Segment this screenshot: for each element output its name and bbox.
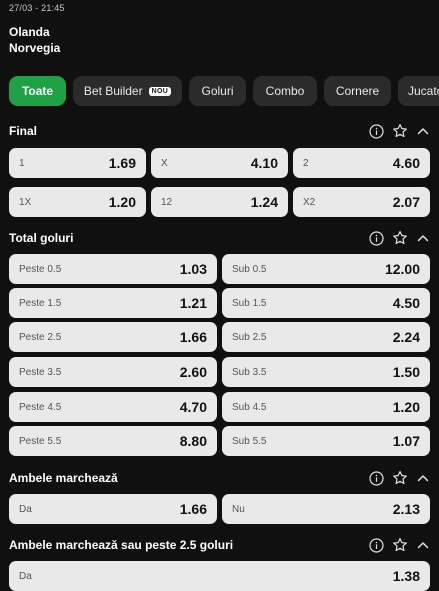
odd-label: 2 — [303, 157, 309, 169]
odd-value: 2.07 — [392, 194, 420, 210]
odd-value: 1.24 — [250, 194, 278, 210]
chevron-up-icon[interactable] — [416, 231, 430, 245]
star-icon[interactable] — [392, 123, 408, 139]
odd-value: 1.50 — [392, 364, 420, 380]
odd-button-btts-yes[interactable]: Da 1.66 — [9, 494, 217, 524]
odd-label: Sub 3.5 — [232, 366, 267, 378]
section-title: Ambele marchează sau peste 2.5 goluri — [9, 538, 234, 552]
odd-value: 4.70 — [179, 399, 207, 415]
tab-combo[interactable]: Combo — [253, 76, 317, 106]
away-team: Norvegia — [9, 41, 61, 55]
odd-button-over-4-5[interactable]: Peste 4.5 4.70 — [9, 392, 217, 422]
odd-value: 12.00 — [384, 261, 420, 277]
odd-label: 12 — [161, 196, 173, 208]
star-icon[interactable] — [392, 470, 408, 486]
odd-button-under-1-5[interactable]: Sub 1.5 4.50 — [222, 288, 430, 318]
tab-jucatori[interactable]: Jucato — [398, 76, 439, 106]
info-icon[interactable] — [369, 123, 384, 139]
odd-label: Peste 2.5 — [19, 331, 62, 343]
odd-value: 1.66 — [179, 329, 207, 345]
tab-goluri[interactable]: Goluri — [189, 76, 246, 106]
odd-value: 1.66 — [179, 501, 207, 517]
odd-button-over-5-5[interactable]: Peste 5.5 8.80 — [9, 426, 217, 456]
tab-label: Bet Builder — [83, 84, 143, 98]
odd-label: Da — [19, 503, 32, 515]
info-icon[interactable] — [369, 230, 384, 246]
odd-button-1x[interactable]: 1X 1.20 — [9, 187, 146, 217]
odd-button-x2[interactable]: X2 2.07 — [293, 187, 430, 217]
odd-button-under-4-5[interactable]: Sub 4.5 1.20 — [222, 392, 430, 422]
odd-button-over-1-5[interactable]: Peste 1.5 1.21 — [9, 288, 217, 318]
section-title: Ambele marchează — [9, 471, 118, 485]
tab-bet-builder[interactable]: Bet Builder NOU — [73, 76, 182, 106]
odd-label: Sub 0.5 — [232, 263, 267, 275]
odd-value: 1.69 — [108, 155, 136, 171]
section-title: Total goluri — [9, 231, 74, 245]
odd-value: 1.21 — [179, 295, 207, 311]
odd-label: X2 — [303, 196, 316, 208]
odd-button-over-2-5[interactable]: Peste 2.5 1.66 — [9, 322, 217, 352]
odd-button-over-0-5[interactable]: Peste 0.5 1.03 — [9, 254, 217, 284]
odd-value: 8.80 — [179, 433, 207, 449]
odd-label: Peste 1.5 — [19, 297, 62, 309]
section-final-header[interactable]: Final — [9, 122, 430, 140]
odd-value: 1.20 — [392, 399, 420, 415]
odd-value: 2.60 — [179, 364, 207, 380]
odd-value: 4.10 — [250, 155, 278, 171]
odd-label: X — [161, 157, 168, 169]
odd-button-btts-no[interactable]: Nu 2.13 — [222, 494, 430, 524]
section-btts-header[interactable]: Ambele marchează — [9, 469, 430, 487]
match-datetime: 27/03 - 21:45 — [9, 3, 65, 13]
odd-label: Peste 5.5 — [19, 435, 62, 447]
odd-label: Sub 4.5 — [232, 401, 267, 413]
star-icon[interactable] — [392, 230, 408, 246]
odd-value: 1.38 — [392, 568, 420, 584]
tab-cornere[interactable]: Cornere — [324, 76, 391, 106]
info-icon[interactable] — [369, 470, 384, 486]
odd-button-under-5-5[interactable]: Sub 5.5 1.07 — [222, 426, 430, 456]
odd-value: 4.50 — [392, 295, 420, 311]
odd-button-1[interactable]: 1 1.69 — [9, 148, 146, 178]
match-header: 27/03 - 21:45 Olanda Norvegia — [9, 3, 65, 56]
odd-button-under-3-5[interactable]: Sub 3.5 1.50 — [222, 357, 430, 387]
section-btts-or-over-header[interactable]: Ambele marchează sau peste 2.5 goluri — [9, 536, 430, 554]
chevron-up-icon[interactable] — [416, 124, 430, 138]
odd-label: Peste 0.5 — [19, 263, 62, 275]
odd-button-x[interactable]: X 4.10 — [151, 148, 288, 178]
odd-label: 1X — [19, 196, 32, 208]
home-team: Olanda — [9, 25, 50, 39]
odd-value: 2.24 — [392, 329, 420, 345]
odd-button-2[interactable]: 2 4.60 — [293, 148, 430, 178]
odd-value: 1.20 — [108, 194, 136, 210]
odd-value: 1.03 — [179, 261, 207, 277]
tab-toate[interactable]: Toate — [9, 76, 66, 106]
odd-button-under-0-5[interactable]: Sub 0.5 12.00 — [222, 254, 430, 284]
odd-label: Da — [19, 570, 32, 582]
odd-label: Sub 1.5 — [232, 297, 267, 309]
odd-label: Nu — [232, 503, 245, 515]
odd-button-over-3-5[interactable]: Peste 3.5 2.60 — [9, 357, 217, 387]
market-tabs: Toate Bet Builder NOU Goluri Combo Cornere Juc… — [9, 76, 439, 106]
chevron-up-icon[interactable] — [416, 538, 430, 552]
odd-button-12[interactable]: 12 1.24 — [151, 187, 288, 217]
star-icon[interactable] — [392, 537, 408, 553]
chevron-up-icon[interactable] — [416, 471, 430, 485]
odd-label: Sub 2.5 — [232, 331, 267, 343]
odd-label: Peste 4.5 — [19, 401, 62, 413]
info-icon[interactable] — [369, 537, 384, 553]
odd-value: 1.07 — [392, 433, 420, 449]
odd-value: 2.13 — [392, 501, 420, 517]
odd-value: 4.60 — [392, 155, 420, 171]
odd-label: Peste 3.5 — [19, 366, 62, 378]
odd-button-btts-or-over-yes[interactable]: Da 1.38 — [9, 561, 430, 591]
odd-button-under-2-5[interactable]: Sub 2.5 2.24 — [222, 322, 430, 352]
odd-label: 1 — [19, 157, 25, 169]
new-badge: NOU — [148, 86, 172, 96]
odd-label: Sub 5.5 — [232, 435, 267, 447]
section-total-goals-header[interactable]: Total goluri — [9, 229, 430, 247]
section-title: Final — [9, 124, 38, 138]
